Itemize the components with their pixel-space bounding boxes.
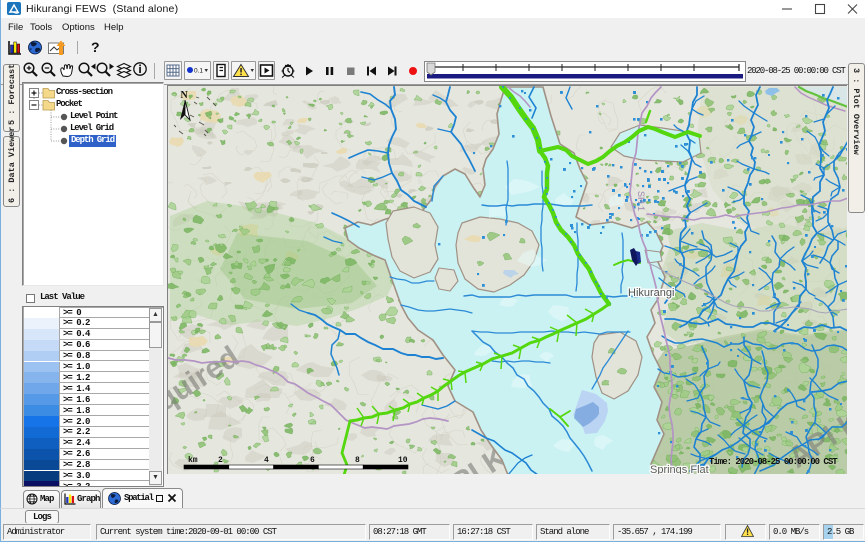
svg-text:6: 6 — [310, 456, 315, 465]
svg-text:8: 8 — [355, 456, 360, 465]
svg-text:Springs Flat: Springs Flat — [650, 464, 709, 474]
svg-text:2: 2 — [218, 456, 223, 465]
svg-text:0.1: 0.1 — [194, 68, 203, 75]
svg-text:Time: 2020-08-25 00:00:00 CST: Time: 2020-08-25 00:00:00 CST — [709, 457, 838, 467]
svg-text:SH 1: SH 1 — [636, 191, 646, 211]
svg-text:4: 4 — [264, 456, 269, 465]
svg-text:N: N — [181, 90, 189, 101]
svg-text:Hikurangi: Hikurangi — [628, 287, 674, 299]
svg-text:10: 10 — [398, 456, 408, 465]
svg-text:km: km — [188, 456, 198, 465]
